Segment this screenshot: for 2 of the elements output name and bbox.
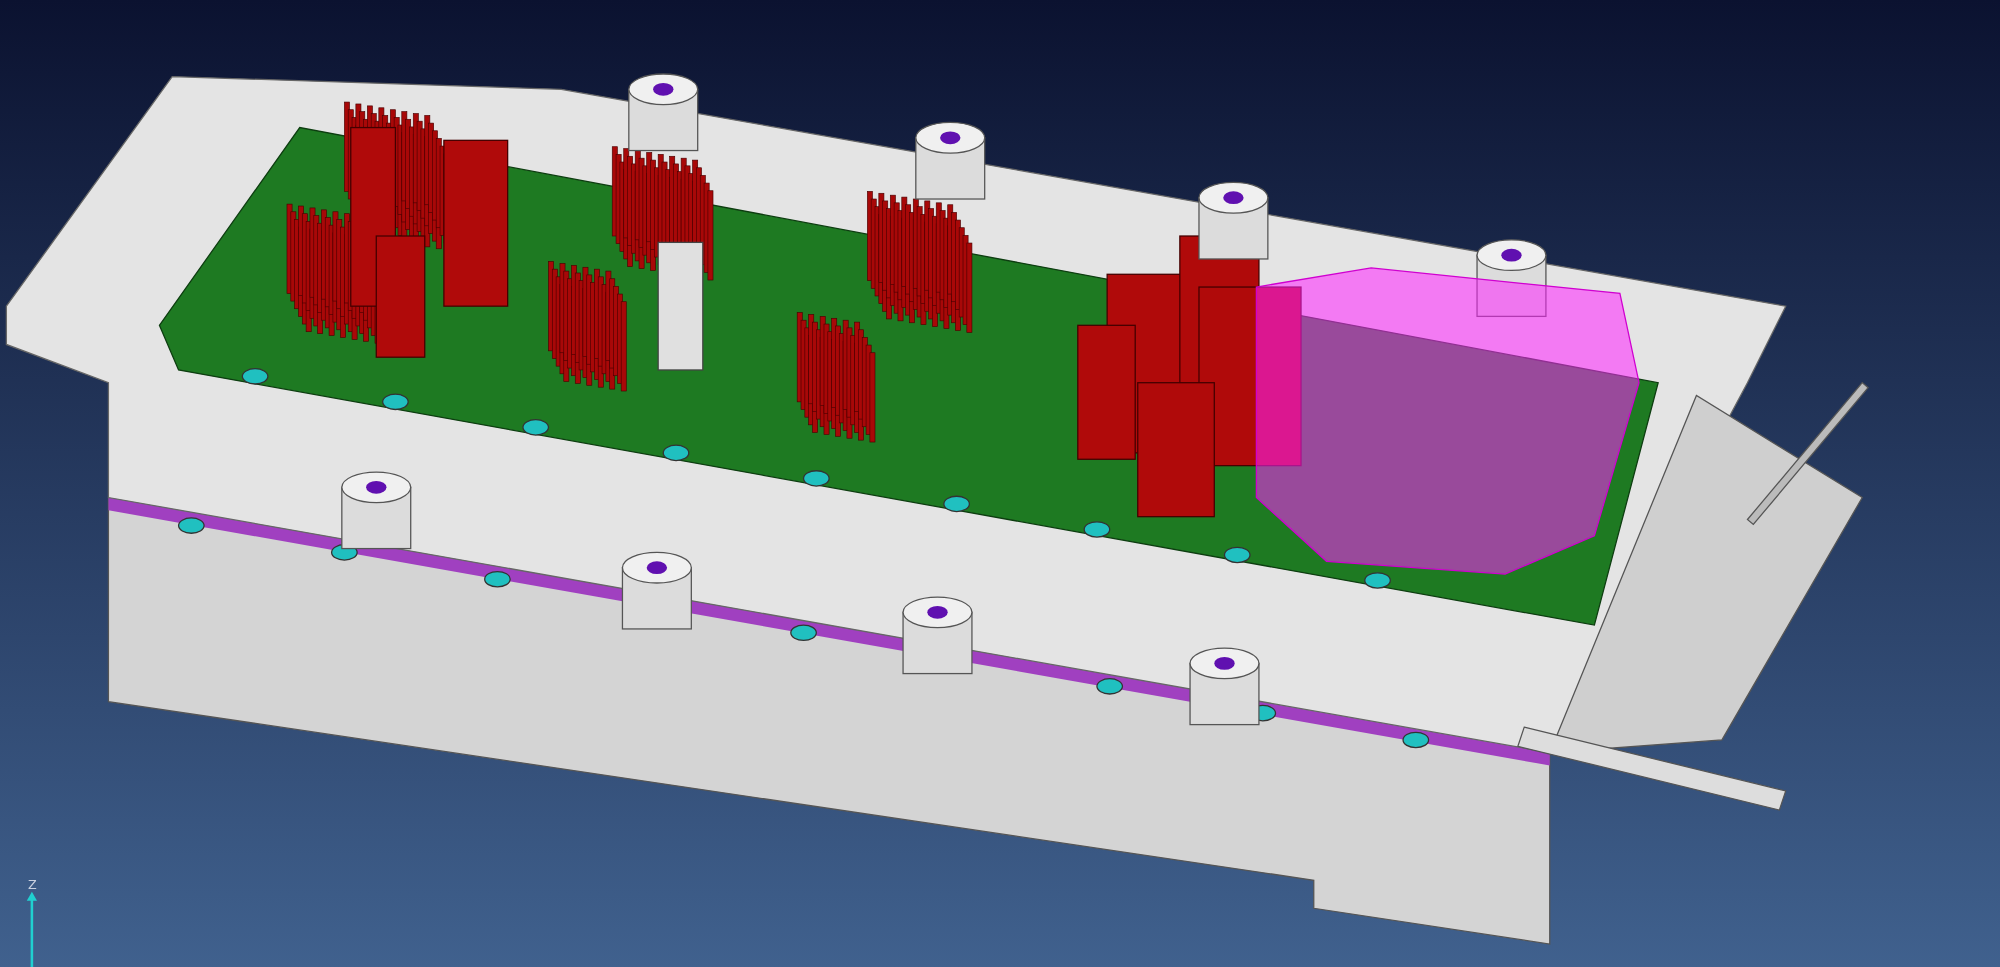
axis-label: Z: [28, 877, 37, 893]
axis-arrow-icon: [26, 891, 37, 967]
